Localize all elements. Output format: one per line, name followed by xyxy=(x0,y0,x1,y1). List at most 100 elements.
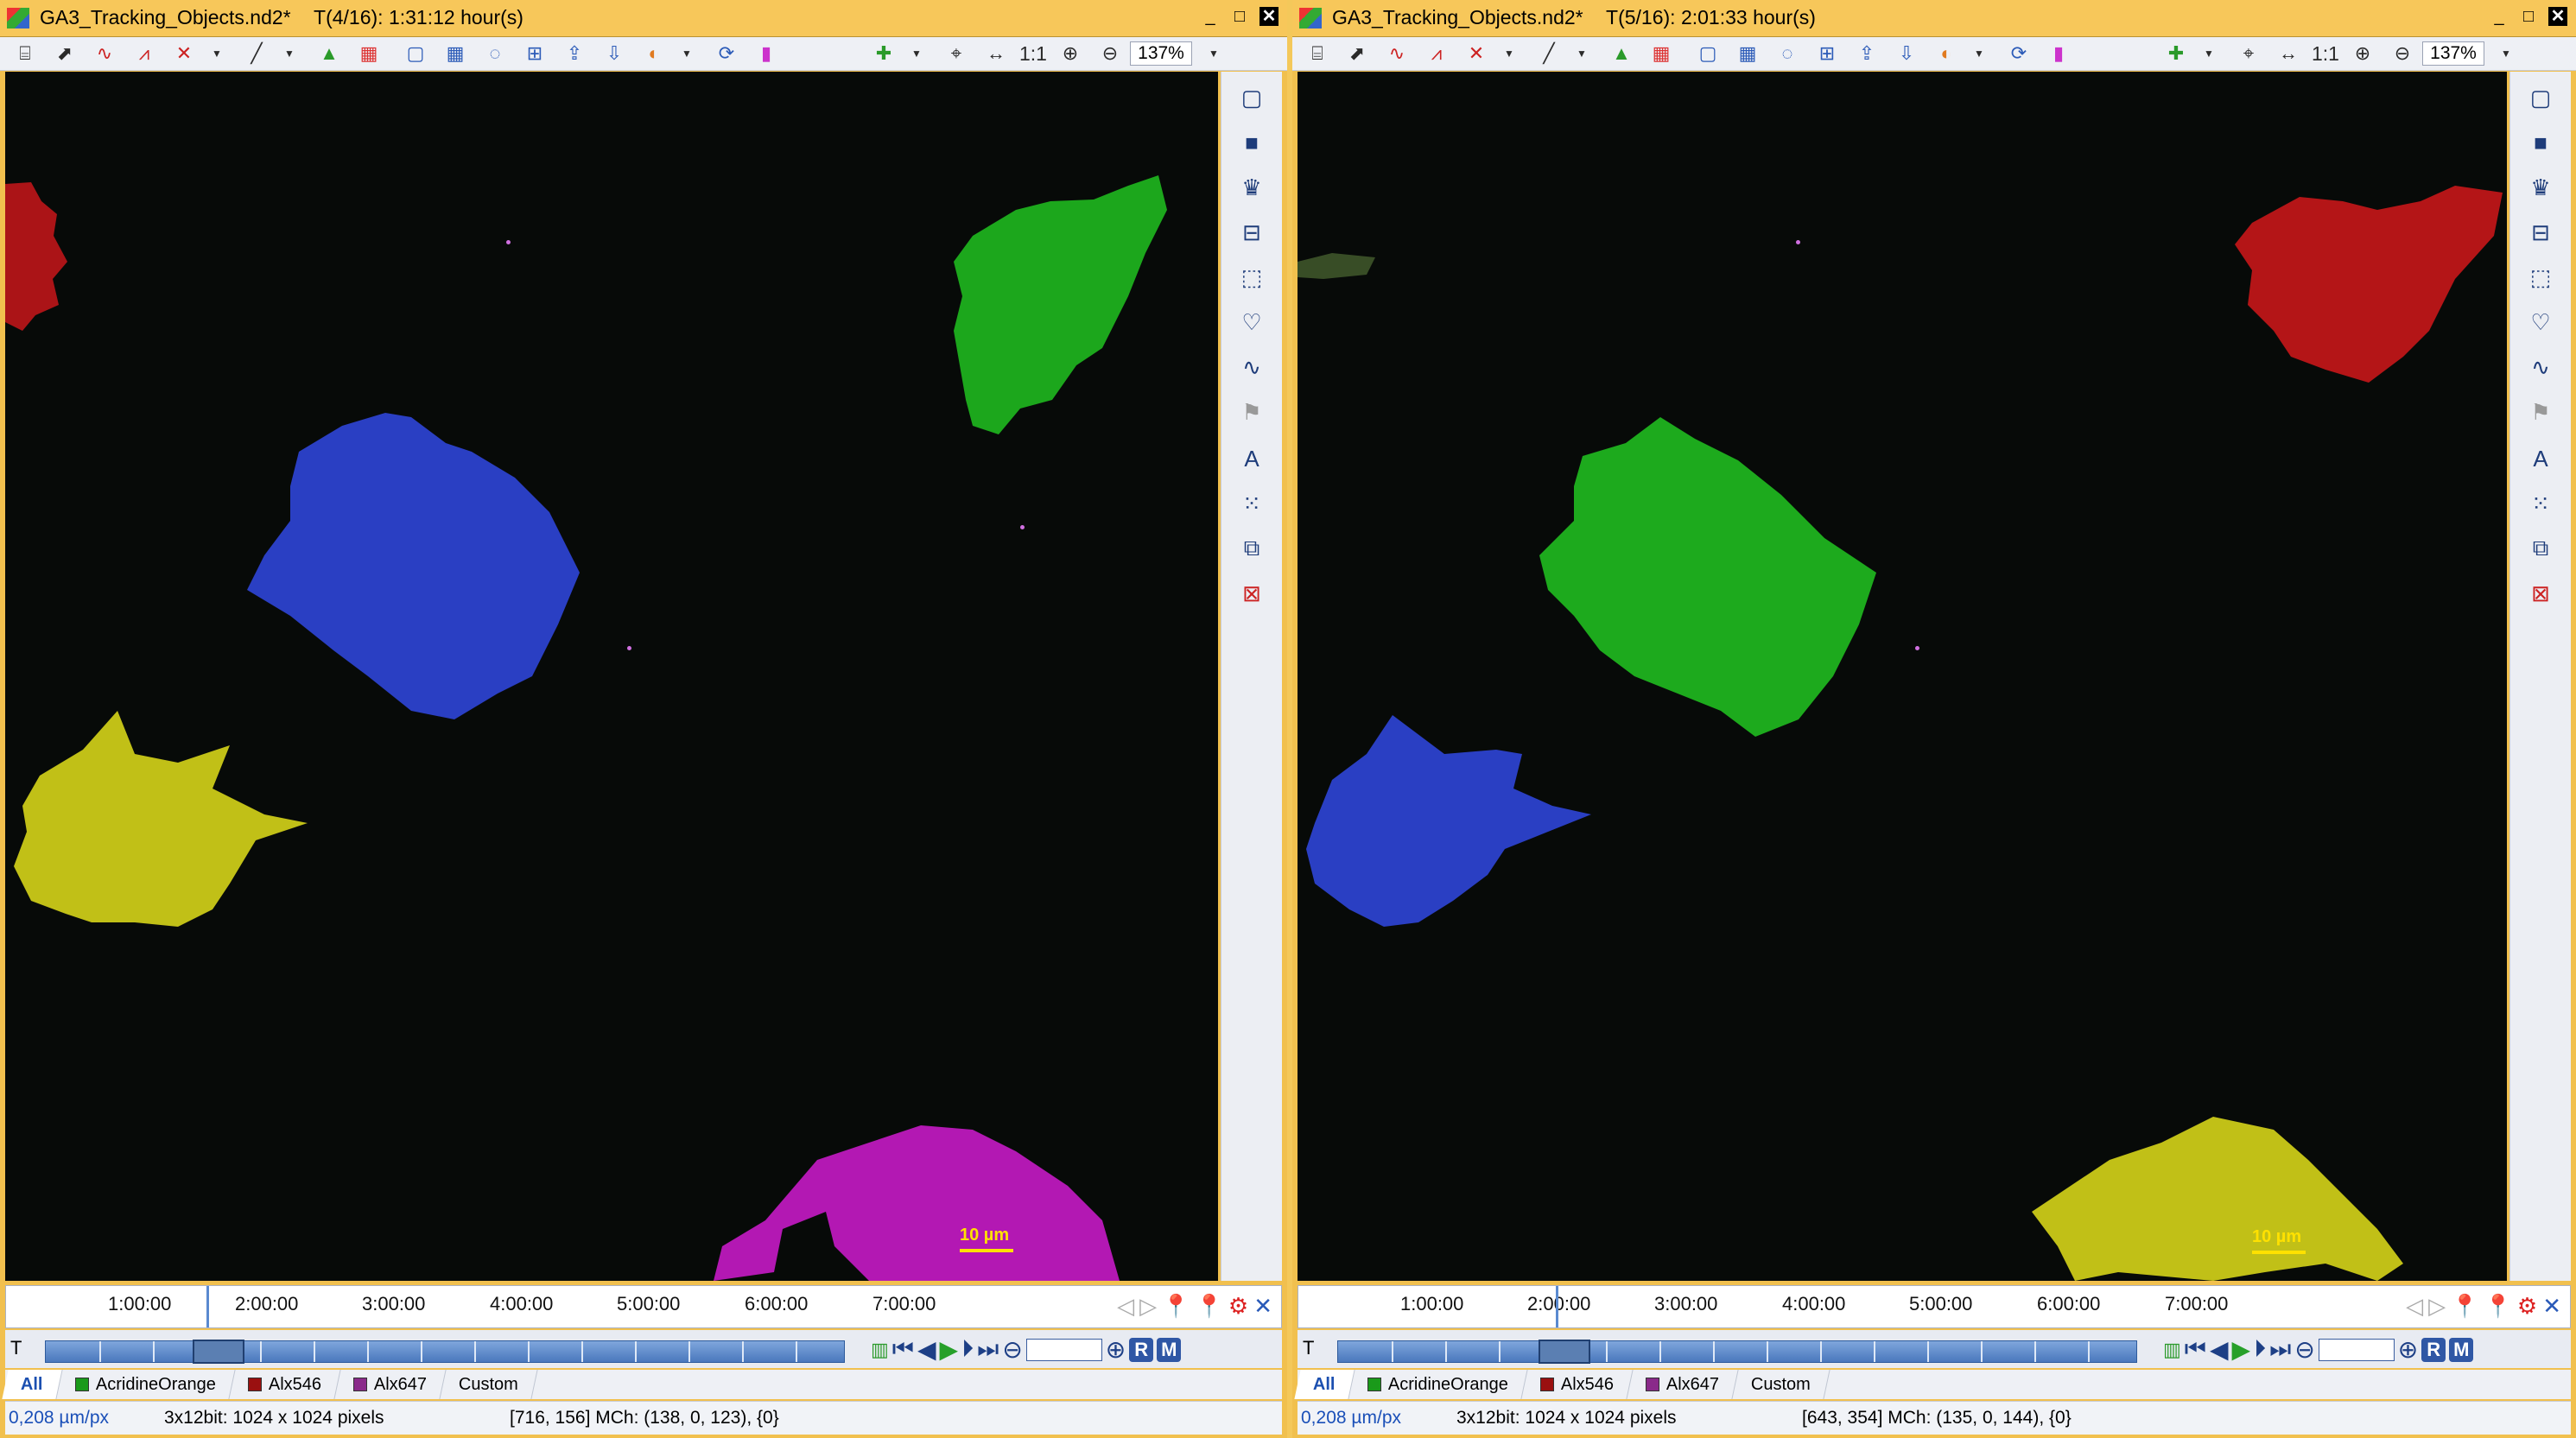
roi-arrow-icon[interactable]: ⬈ xyxy=(45,40,85,67)
roi-arrow-icon[interactable]: ⬈ xyxy=(1337,40,1377,67)
objects-icon[interactable]: ▲ xyxy=(309,40,349,67)
title-bar[interactable]: GA3_Tracking_Objects.nd2* T(5/16): 2:01:… xyxy=(1292,0,2576,37)
m-button[interactable]: M xyxy=(2449,1337,2474,1362)
layout-icon[interactable]: ⌸ xyxy=(5,40,45,67)
grid-view-icon[interactable]: ⊞ xyxy=(1807,40,1847,67)
frame-slider[interactable] xyxy=(1337,1340,2137,1364)
fill-roi-icon[interactable]: ■ xyxy=(2510,124,2571,162)
tab-all[interactable]: All xyxy=(1294,1370,1355,1399)
tracked-cell-green[interactable] xyxy=(954,175,1167,434)
chevron-down-icon[interactable]: ▼ xyxy=(1489,40,1529,67)
chevron-down-icon[interactable]: ▼ xyxy=(1194,40,1234,67)
minimize-button[interactable]: _ xyxy=(2490,7,2509,26)
refresh-icon[interactable]: ⟳ xyxy=(707,40,746,67)
step-forward-icon[interactable]: ⏵ xyxy=(2254,1335,2266,1364)
speed-plus-icon[interactable]: ⊕ xyxy=(1106,1335,1126,1364)
fill-roi-icon[interactable]: ■ xyxy=(1221,124,1282,162)
tracked-cell-blue[interactable] xyxy=(247,413,580,719)
export-icon[interactable]: ⇪ xyxy=(1847,40,1887,67)
maximize-button[interactable]: □ xyxy=(2519,7,2538,26)
tracked-cell-magenta[interactable] xyxy=(714,1125,1120,1281)
grid-toggle-icon[interactable]: ▥ xyxy=(2163,1339,2181,1361)
pixel-size[interactable]: 0,208 µm/px xyxy=(9,1408,109,1428)
one-to-one-button[interactable]: 1:1 xyxy=(1016,40,1050,67)
tab-alx647[interactable]: Alx647 xyxy=(334,1370,447,1399)
lasso-icon[interactable]: ◌ xyxy=(475,40,515,67)
pixel-size[interactable]: 0,208 µm/px xyxy=(1301,1408,1401,1428)
speed-minus-icon[interactable]: ⊖ xyxy=(2294,1335,2314,1364)
chevron-down-icon[interactable]: ▼ xyxy=(897,40,936,67)
objects-icon[interactable]: ▲ xyxy=(1602,40,1641,67)
wave-icon[interactable]: ∿ xyxy=(1221,348,1282,386)
speed-field[interactable] xyxy=(1025,1338,1102,1361)
tab-alx546[interactable]: Alx546 xyxy=(228,1370,341,1399)
heart-roi-icon[interactable]: ♡ xyxy=(2510,303,2571,341)
rectangle-roi-icon[interactable]: ▢ xyxy=(1221,79,1282,117)
frame-slider-thumb[interactable] xyxy=(193,1340,244,1364)
marker-blue-icon[interactable]: 📍 xyxy=(1196,1293,1223,1320)
back-icon[interactable]: ◁ xyxy=(2406,1293,2423,1320)
dots-icon[interactable]: ⁙ xyxy=(1221,485,1282,523)
chevron-down-icon[interactable]: ▼ xyxy=(667,40,707,67)
minimize-button[interactable]: _ xyxy=(1201,7,1220,26)
tile-view-icon[interactable]: ▦ xyxy=(1728,40,1767,67)
grid-toggle-icon[interactable]: ▥ xyxy=(871,1339,889,1361)
measure-icon[interactable]: ⊟ xyxy=(2510,213,2571,251)
marker-red-icon[interactable]: 📍 xyxy=(2451,1293,2478,1320)
profile-icon[interactable]: ⩘ xyxy=(124,40,164,67)
time-ruler[interactable]: 1:00:00 2:00:00 3:00:00 4:00:00 5:00:00 … xyxy=(5,1285,1282,1328)
time-ruler[interactable]: 1:00:00 2:00:00 3:00:00 4:00:00 5:00:00 … xyxy=(1298,1285,2571,1328)
fit-icon[interactable]: ⌖ xyxy=(2229,40,2268,67)
back-icon[interactable]: ◁ xyxy=(1117,1293,1134,1320)
speed-field[interactable] xyxy=(2318,1338,2395,1361)
crop-icon[interactable]: ⬚ xyxy=(1221,258,1282,296)
tracked-cell-red[interactable] xyxy=(5,182,67,331)
tab-acridine-orange[interactable]: AcridineOrange xyxy=(55,1370,236,1399)
first-frame-icon[interactable]: ⏮ xyxy=(892,1335,914,1364)
channels-grid-icon[interactable]: ▦ xyxy=(349,40,389,67)
tab-all[interactable]: All xyxy=(2,1370,63,1399)
layout-icon[interactable]: ⌸ xyxy=(1298,40,1337,67)
play-icon[interactable]: ▶ xyxy=(940,1335,959,1364)
close-timeline-icon[interactable]: ✕ xyxy=(2542,1293,2561,1320)
play-backward-icon[interactable]: ◀ xyxy=(917,1335,936,1364)
settings-icon[interactable]: ⚙ xyxy=(1228,1293,1248,1320)
frame-slider-thumb[interactable] xyxy=(1539,1340,1590,1364)
last-frame-icon[interactable]: ⏭ xyxy=(977,1335,999,1364)
maximize-button[interactable]: □ xyxy=(1230,7,1249,26)
chevron-down-icon[interactable]: ▼ xyxy=(1959,40,1999,67)
tab-custom[interactable]: Custom xyxy=(440,1370,538,1399)
tracked-cell-blue[interactable] xyxy=(1306,715,1591,927)
grid-view-icon[interactable]: ⊞ xyxy=(515,40,555,67)
frame-slider[interactable] xyxy=(45,1340,845,1364)
chevron-down-icon[interactable]: ▼ xyxy=(2486,40,2526,67)
color-bars-icon[interactable]: ▮ xyxy=(2039,40,2078,67)
chevron-down-icon[interactable]: ▼ xyxy=(1562,40,1602,67)
fit-width-icon[interactable]: ↔ xyxy=(976,40,1016,67)
fit-icon[interactable]: ⌖ xyxy=(936,40,976,67)
flag-icon[interactable]: ⚑ xyxy=(2510,393,2571,431)
mask-icon[interactable]: ♛ xyxy=(1221,168,1282,206)
r-button[interactable]: R xyxy=(2421,1337,2446,1362)
export-icon[interactable]: ⇪ xyxy=(555,40,594,67)
single-view-icon[interactable]: ▢ xyxy=(396,40,435,67)
close-timeline-icon[interactable]: ✕ xyxy=(1253,1293,1272,1320)
flag-icon[interactable]: ⚑ xyxy=(1221,393,1282,431)
step-forward-icon[interactable]: ⏵ xyxy=(961,1335,974,1364)
last-frame-icon[interactable]: ⏭ xyxy=(2269,1335,2291,1364)
image-canvas[interactable]: 10 µm xyxy=(5,72,1218,1281)
tab-custom[interactable]: Custom xyxy=(1732,1370,1830,1399)
curve-icon[interactable]: ∿ xyxy=(85,40,124,67)
measure-icon[interactable]: ⊟ xyxy=(1221,213,1282,251)
play-icon[interactable]: ▶ xyxy=(2232,1335,2251,1364)
image-settings-icon[interactable]: ⧉ xyxy=(2510,529,2571,567)
color-bars-icon[interactable]: ▮ xyxy=(746,40,786,67)
zoom-out-icon[interactable]: ⊖ xyxy=(2382,40,2422,67)
delete-overlay-icon[interactable]: ⊠ xyxy=(2510,574,2571,612)
crop-icon[interactable]: ⬚ xyxy=(2510,258,2571,296)
r-button[interactable]: R xyxy=(1129,1337,1154,1362)
heart-roi-icon[interactable]: ♡ xyxy=(1221,303,1282,341)
zoom-select[interactable]: 137% xyxy=(2422,41,2484,66)
single-view-icon[interactable]: ▢ xyxy=(1688,40,1728,67)
tile-view-icon[interactable]: ▦ xyxy=(435,40,475,67)
